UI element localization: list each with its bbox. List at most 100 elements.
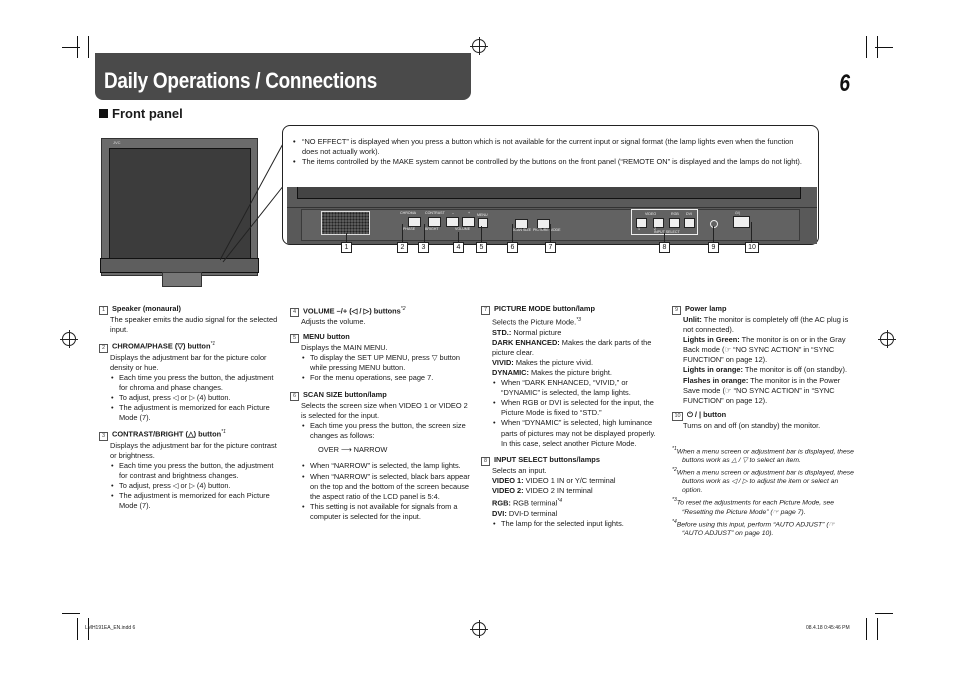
footnote-ref: *2 bbox=[400, 306, 406, 312]
bullet: When “NARROW” is selected, the lamp ligh… bbox=[290, 461, 475, 471]
item-title: MENU button bbox=[303, 331, 350, 341]
registration-mark bbox=[470, 620, 488, 638]
column-2: 4 VOLUME –/+ (◁ / ▷) buttons*2 Adjusts th… bbox=[290, 304, 475, 526]
bright-label: BRIGHT bbox=[425, 227, 439, 231]
item-number: 2 bbox=[99, 343, 108, 353]
item-title: ⏻ / | button bbox=[687, 409, 727, 419]
item-description: Selects the screen size when VIDEO 1 or … bbox=[301, 400, 468, 421]
file-name-slug: LMH191EA_EN.indd 6 bbox=[85, 625, 136, 631]
callout-note: • “NO EFFECT” is displayed when you press… bbox=[293, 137, 794, 157]
monitor-logo: JVC bbox=[113, 140, 121, 145]
callout-number: 6 bbox=[507, 242, 518, 253]
callout-note: • The items controlled by the MAKE system… bbox=[293, 157, 802, 166]
state-line: Flashes in orange: The monitor is in the… bbox=[683, 375, 841, 405]
item-description: The speaker emits the audio signal for t… bbox=[110, 315, 278, 335]
input-line: RGB: RGB terminal*4 bbox=[492, 497, 563, 508]
item-input-select: 8 INPUT SELECT buttons/lamps Selects an i… bbox=[481, 455, 663, 529]
item-power-button: 10 ⏻ / | button Turns on and off (on stan… bbox=[672, 410, 857, 431]
footnote-ref: *1 bbox=[221, 429, 226, 436]
panel-screen-edge bbox=[297, 187, 801, 199]
callout-number: 5 bbox=[476, 242, 487, 253]
contrast-bright-button[interactable] bbox=[428, 217, 441, 227]
bullet: To adjust, press ◁ or ▷ (4) button. bbox=[99, 393, 284, 403]
item-title: VOLUME –/+ (◁ / ▷) buttons bbox=[303, 306, 401, 316]
item-title: PICTURE MODE button/lamp bbox=[494, 304, 596, 313]
mode-line: DARK ENHANCED: Makes the dark parts of t… bbox=[492, 337, 652, 357]
crop-mark bbox=[875, 613, 893, 614]
bullet: Each time you press the button, the scre… bbox=[290, 421, 475, 441]
column-4: 9 Power lamp Unlit: The monitor is comple… bbox=[672, 304, 857, 539]
chroma-phase-button[interactable] bbox=[408, 217, 421, 227]
item-description: Adjusts the volume. bbox=[301, 317, 366, 327]
item-number: 1 bbox=[99, 306, 108, 315]
crop-mark bbox=[77, 618, 78, 640]
callout-number: 2 bbox=[397, 242, 408, 253]
power-lamp bbox=[710, 220, 718, 228]
dvi-button[interactable] bbox=[684, 218, 695, 228]
leader-line bbox=[512, 224, 513, 242]
menu-button[interactable] bbox=[478, 218, 488, 228]
video1-label: 1 bbox=[638, 227, 640, 231]
footnote: *1When a menu screen or adjustment bar i… bbox=[672, 445, 854, 465]
item-scan-size: 6 SCAN SIZE button/lamp Selects the scree… bbox=[290, 390, 475, 522]
footnotes: *1When a menu screen or adjustment bar i… bbox=[672, 445, 857, 538]
item-title: CONTRAST/BRIGHT (△) button bbox=[112, 429, 222, 439]
item-title: CHROMA/PHASE (▽) button bbox=[112, 341, 211, 351]
item-number: 7 bbox=[481, 306, 490, 315]
item-volume: 4 VOLUME –/+ (◁ / ▷) buttons*2 Adjusts th… bbox=[290, 304, 475, 328]
bullet: Each time you press the button, the adju… bbox=[99, 461, 284, 481]
volume-up-button[interactable] bbox=[462, 217, 475, 227]
item-description: Displays the adjustment bar for the pict… bbox=[110, 440, 277, 460]
callout-number: 4 bbox=[453, 242, 464, 253]
dvi-label: DVI bbox=[686, 212, 692, 216]
power-button[interactable] bbox=[733, 216, 750, 228]
bullet: When “DYNAMIC” is selected, high luminan… bbox=[481, 418, 663, 448]
bullet: The adjustment is memorized for each Pic… bbox=[99, 403, 284, 423]
scan-size-label: SCAN SIZE bbox=[512, 228, 531, 232]
bullet: When “NARROW” is selected, black bars ap… bbox=[290, 472, 475, 502]
item-description: Selects an input. bbox=[492, 465, 547, 475]
item-title: Power lamp bbox=[685, 304, 727, 313]
chroma-label: CHROMA bbox=[400, 211, 416, 215]
crop-mark bbox=[877, 618, 878, 640]
leader-line bbox=[664, 233, 665, 242]
item-description: Turns on and off (on standby) the monito… bbox=[683, 420, 821, 430]
callout-number: 10 bbox=[745, 242, 759, 253]
bullet: When “DARK ENHANCED, “VIVID,” or “DYNAMI… bbox=[481, 378, 663, 398]
item-number: 4 bbox=[290, 308, 299, 318]
volume-down-button[interactable] bbox=[446, 217, 459, 227]
mode-line: VIVID: Makes the picture vivid. bbox=[492, 357, 594, 367]
state-line: Unlit: The monitor is completely off (th… bbox=[683, 315, 849, 335]
callout-number: 8 bbox=[659, 242, 670, 253]
rgb-button[interactable] bbox=[669, 218, 680, 228]
mode-line: DYNAMIC: Makes the picture bright. bbox=[492, 367, 612, 377]
registration-mark bbox=[60, 330, 78, 348]
column-3: 7 PICTURE MODE button/lamp Selects the Pi… bbox=[481, 304, 663, 533]
item-chroma-phase: 2 CHROMA/PHASE (▽) button*1 Displays the … bbox=[99, 339, 284, 423]
mode-line: STD.: Normal picture bbox=[492, 327, 562, 337]
crop-mark bbox=[62, 613, 80, 614]
state-line: Lights in Green: The monitor is on or in… bbox=[683, 335, 846, 365]
item-title: SCAN SIZE button/lamp bbox=[303, 389, 387, 399]
leader-line bbox=[713, 226, 714, 242]
callout-number: 9 bbox=[708, 242, 719, 253]
bullet: This setting is not available for signal… bbox=[290, 502, 475, 522]
registration-mark bbox=[878, 330, 896, 348]
contrast-label: CONTRAST bbox=[425, 211, 445, 215]
rgb-label: RGB bbox=[671, 212, 679, 216]
item-power-lamp: 9 Power lamp Unlit: The monitor is comple… bbox=[672, 304, 857, 406]
input-select-label: INPUT SELECT bbox=[654, 230, 680, 234]
item-title: INPUT SELECT buttons/lamps bbox=[494, 454, 600, 464]
section-heading: Front panel bbox=[99, 106, 183, 121]
section-heading-text: Front panel bbox=[112, 106, 183, 121]
item-menu: 5 MENU button Displays the MAIN MENU. To … bbox=[290, 332, 475, 383]
item-number: 3 bbox=[99, 431, 108, 441]
leader-line bbox=[458, 232, 459, 242]
speaker-grille bbox=[321, 211, 370, 235]
item-number: 10 bbox=[672, 411, 683, 421]
item-description: Displays the adjustment bar for the pict… bbox=[110, 352, 267, 372]
state-line: Lights in orange: The monitor is off (on… bbox=[683, 365, 848, 375]
bullet: To display the SET UP MENU, press ▽ butt… bbox=[290, 353, 475, 373]
registration-mark bbox=[470, 37, 488, 55]
crop-mark bbox=[88, 36, 89, 58]
